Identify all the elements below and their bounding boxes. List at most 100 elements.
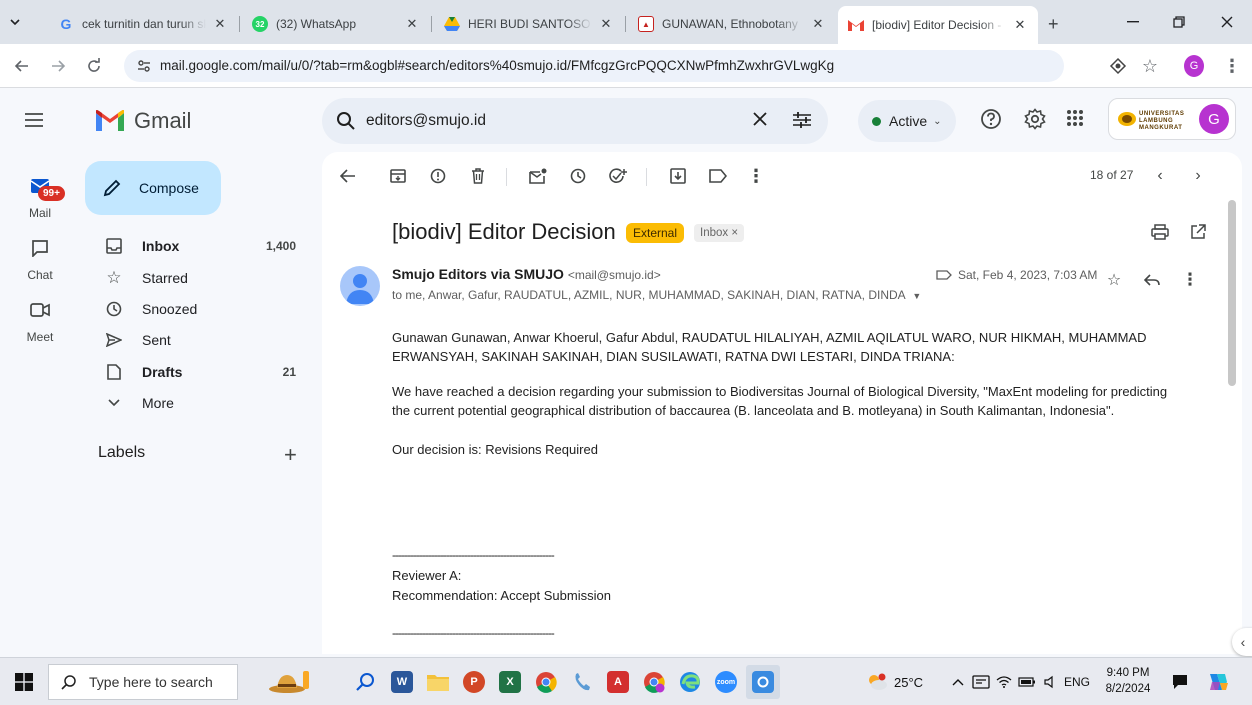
rail-item-chat[interactable]: Chat <box>0 232 80 282</box>
delete-trash-icon[interactable] <box>468 166 488 186</box>
minimize-window-icon[interactable] <box>1110 0 1156 44</box>
address-bar[interactable]: mail.google.com/mail/u/0/?tab=rm&ogbl#se… <box>124 50 1064 82</box>
forward-arrow-icon[interactable] <box>48 56 68 76</box>
rail-item-meet[interactable]: Meet <box>0 294 80 344</box>
search-query-text[interactable]: editors@smujo.id <box>366 112 486 130</box>
nav-item-inbox[interactable]: Inbox 1,400 <box>80 230 310 262</box>
side-panel-toggle-icon[interactable]: ‹ <box>1232 628 1252 656</box>
taskbar-search-box[interactable]: Type here to search <box>48 664 238 700</box>
message-scrollbar[interactable] <box>1228 200 1236 386</box>
powerpoint-app-icon[interactable]: P <box>460 668 488 696</box>
label-tag-icon[interactable] <box>708 166 728 186</box>
show-hidden-icons-chevron-icon[interactable] <box>952 658 964 705</box>
google-apps-grid-icon[interactable] <box>1066 109 1084 127</box>
nav-item-sent[interactable]: Sent <box>80 324 310 356</box>
back-to-list-icon[interactable] <box>338 166 358 186</box>
star-message-icon[interactable]: ☆ <box>1104 270 1124 290</box>
reply-icon[interactable] <box>1142 270 1162 290</box>
restore-window-icon[interactable] <box>1156 0 1202 44</box>
compose-button[interactable]: Compose <box>85 161 221 215</box>
print-icon[interactable] <box>1150 222 1170 242</box>
phone-link-app-icon[interactable] <box>568 668 596 696</box>
active-app-icon[interactable] <box>746 665 780 699</box>
add-to-tasks-icon[interactable] <box>608 166 628 186</box>
input-language-text[interactable]: ENG <box>1064 658 1090 705</box>
battery-icon[interactable] <box>1018 658 1036 705</box>
close-tab-icon[interactable]: ✕ <box>598 16 614 32</box>
settings-gear-icon[interactable] <box>1024 108 1046 130</box>
close-tab-icon[interactable]: ✕ <box>212 16 228 32</box>
speaker-icon[interactable] <box>1044 658 1058 705</box>
tab-google-drive[interactable]: HERI BUDI SANTOSO - Google Drive ✕ <box>434 8 624 40</box>
reload-icon[interactable] <box>84 56 104 76</box>
search-app-icon[interactable] <box>352 668 380 696</box>
copilot-icon[interactable] <box>1206 658 1230 705</box>
account-avatar[interactable]: G <box>1199 104 1229 134</box>
windows-start-icon[interactable] <box>10 668 38 696</box>
taskbar-clock[interactable]: 9:40 PM 8/2/2024 <box>1100 665 1156 697</box>
move-to-icon[interactable] <box>668 166 688 186</box>
new-tab-button[interactable]: + <box>1042 8 1072 40</box>
clear-search-icon[interactable] <box>752 111 768 127</box>
search-icon[interactable] <box>336 111 356 131</box>
weather-hat-widget-icon[interactable] <box>266 668 312 696</box>
create-label-button[interactable]: + <box>284 442 297 468</box>
weather-tray[interactable]: 25°C <box>866 658 923 705</box>
browser-menu-icon[interactable]: ⋮ <box>1222 56 1242 76</box>
nav-item-starred[interactable]: ☆ Starred <box>80 262 310 294</box>
zoom-app-icon[interactable]: zoom <box>712 668 740 696</box>
tab-whatsapp[interactable]: 32 (32) WhatsApp ✕ <box>242 8 430 40</box>
open-new-window-icon[interactable] <box>1188 222 1208 242</box>
search-options-icon[interactable] <box>792 111 812 129</box>
snooze-clock-icon[interactable] <box>568 166 588 186</box>
site-settings-icon[interactable] <box>136 58 152 74</box>
label-tag-outline-icon <box>936 270 952 280</box>
back-arrow-icon[interactable] <box>12 56 32 76</box>
tab-gmail-active[interactable]: [biodiv] Editor Decision - ✕ <box>838 6 1038 44</box>
wifi-icon[interactable] <box>996 658 1012 705</box>
word-app-icon[interactable]: W <box>388 668 416 696</box>
more-options-icon[interactable]: ⋮ <box>746 166 766 186</box>
recipients-line[interactable]: to me, Anwar, Gafur, RAUDATUL, AZMIL, NU… <box>392 288 921 302</box>
previous-message-icon[interactable]: ‹ <box>1150 166 1170 186</box>
chrome-profile-app-icon[interactable] <box>640 668 668 696</box>
inbox-label-chip[interactable]: Inbox × <box>694 224 745 242</box>
chrome-app-icon[interactable] <box>532 668 560 696</box>
rail-item-mail[interactable]: 99+ Mail <box>0 170 80 220</box>
remove-label-icon[interactable]: × <box>731 227 738 239</box>
sender-name[interactable]: Smujo Editors via SMUJO <box>392 266 564 282</box>
inbox-count: 1,400 <box>265 239 296 253</box>
close-tab-icon[interactable]: ✕ <box>810 16 826 32</box>
extensions-icon[interactable] <box>1108 56 1128 76</box>
browser-profile-avatar[interactable]: G <box>1184 55 1204 77</box>
nav-item-snoozed[interactable]: Snoozed <box>80 293 310 325</box>
toolbar-divider <box>506 168 507 186</box>
mark-unread-icon[interactable] <box>528 166 548 186</box>
nav-item-drafts[interactable]: Drafts 21 <box>80 356 310 388</box>
organization-badge[interactable]: UNIVERSITAS LAMBUNG MANGKURAT G <box>1108 98 1236 140</box>
close-tab-icon[interactable]: ✕ <box>404 16 420 32</box>
nav-item-more[interactable]: More <box>80 387 310 419</box>
tab-turnitin[interactable]: G cek turnitin dan turun skor ✕ <box>48 8 238 40</box>
close-tab-icon[interactable]: ✕ <box>1012 17 1028 33</box>
mail-search-box[interactable]: editors@smujo.id <box>322 98 828 144</box>
file-explorer-icon[interactable] <box>424 668 452 696</box>
excel-app-icon[interactable]: X <box>496 668 524 696</box>
gmail-logo-icon[interactable] <box>96 110 124 131</box>
show-details-caret-icon[interactable]: ▼ <box>912 291 921 301</box>
acrobat-app-icon[interactable]: A <box>604 668 632 696</box>
status-dropdown[interactable]: Active ⌄ <box>858 100 956 142</box>
edge-app-icon[interactable] <box>676 668 704 696</box>
meet-now-icon[interactable] <box>972 658 990 705</box>
archive-icon[interactable] <box>388 166 408 186</box>
help-icon[interactable] <box>980 108 1002 130</box>
message-more-icon[interactable]: ⋮ <box>1180 270 1200 290</box>
tab-ethnobotany[interactable]: ▲ GUNAWAN, Ethnobotany ✕ <box>628 8 836 40</box>
close-window-icon[interactable] <box>1204 0 1250 44</box>
next-message-icon[interactable]: › <box>1188 166 1208 186</box>
tab-search-chevron-icon[interactable] <box>0 0 30 44</box>
main-menu-icon[interactable] <box>22 108 46 132</box>
report-spam-icon[interactable] <box>428 166 448 186</box>
bookmark-star-icon[interactable]: ☆ <box>1140 56 1160 76</box>
notifications-icon[interactable] <box>1172 658 1188 705</box>
